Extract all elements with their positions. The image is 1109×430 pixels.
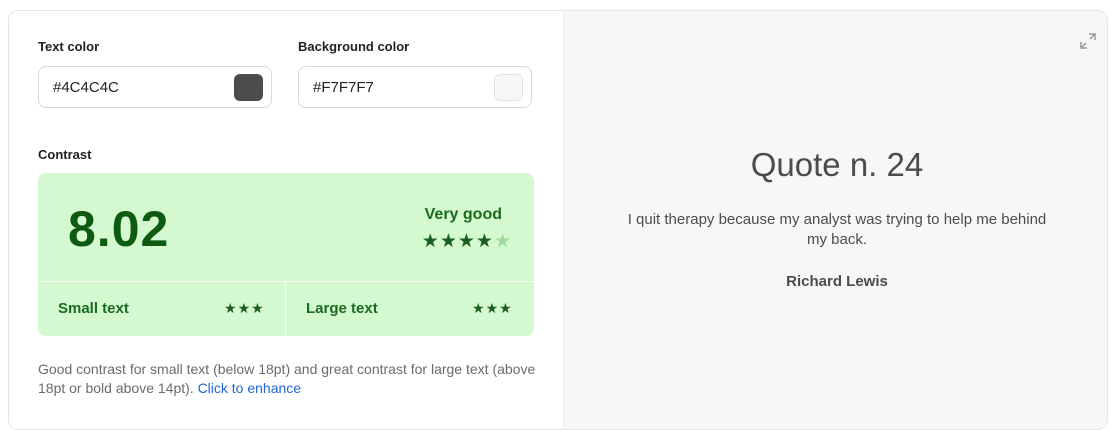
star-icon: ★ xyxy=(493,231,512,252)
background-color-value[interactable]: #F7F7F7 xyxy=(313,79,374,96)
text-color-value[interactable]: #4C4C4C xyxy=(53,79,119,96)
star-icon: ★ xyxy=(439,231,458,252)
preview-quote: I quit therapy because my analyst was tr… xyxy=(627,211,1047,248)
star-icon: ★ xyxy=(457,231,476,252)
preview-panel: Quote n. 24 I quit therapy because my an… xyxy=(563,11,1107,429)
small-text-stars: ★★★ xyxy=(224,300,265,317)
preview-author: Richard Lewis xyxy=(786,273,888,290)
star-icon: ★ xyxy=(472,300,486,316)
star-icon: ★ xyxy=(224,300,238,316)
background-color-input[interactable]: #F7F7F7 xyxy=(298,66,532,108)
divider xyxy=(38,281,534,282)
contrast-label: Contrast xyxy=(38,147,92,162)
contrast-description: Good contrast for small text (below 18pt… xyxy=(38,360,538,398)
large-text-label: Large text xyxy=(306,300,378,317)
preview-title: Quote n. 24 xyxy=(750,146,924,183)
star-icon: ★ xyxy=(485,300,500,316)
star-icon: ★ xyxy=(421,231,440,252)
text-color-input[interactable]: #4C4C4C xyxy=(38,66,272,108)
contrast-ratio-value: 8.02 xyxy=(68,201,170,257)
star-icon: ★ xyxy=(499,300,513,316)
star-icon: ★ xyxy=(475,231,494,252)
divider xyxy=(285,281,286,336)
contrast-rating-stars: ★★★★★ xyxy=(422,230,512,253)
background-color-label: Background color xyxy=(298,39,410,54)
contrast-rating-label: Very good xyxy=(424,206,502,223)
contrast-checker-panel: Text color #4C4C4C Background color #F7F… xyxy=(8,10,1108,430)
star-icon: ★ xyxy=(237,300,252,316)
small-text-label: Small text xyxy=(58,300,129,317)
contrast-result-box: 8.02 Very good ★★★★★ Small text ★★★ Larg… xyxy=(38,173,534,336)
background-color-swatch[interactable] xyxy=(494,74,523,101)
enhance-link[interactable]: Click to enhance xyxy=(198,380,302,396)
expand-icon[interactable] xyxy=(1078,31,1098,51)
star-icon: ★ xyxy=(251,300,265,316)
text-color-swatch[interactable] xyxy=(234,74,263,101)
controls-panel: Text color #4C4C4C Background color #F7F… xyxy=(9,11,563,429)
large-text-stars: ★★★ xyxy=(472,300,513,317)
text-color-label: Text color xyxy=(38,39,100,54)
